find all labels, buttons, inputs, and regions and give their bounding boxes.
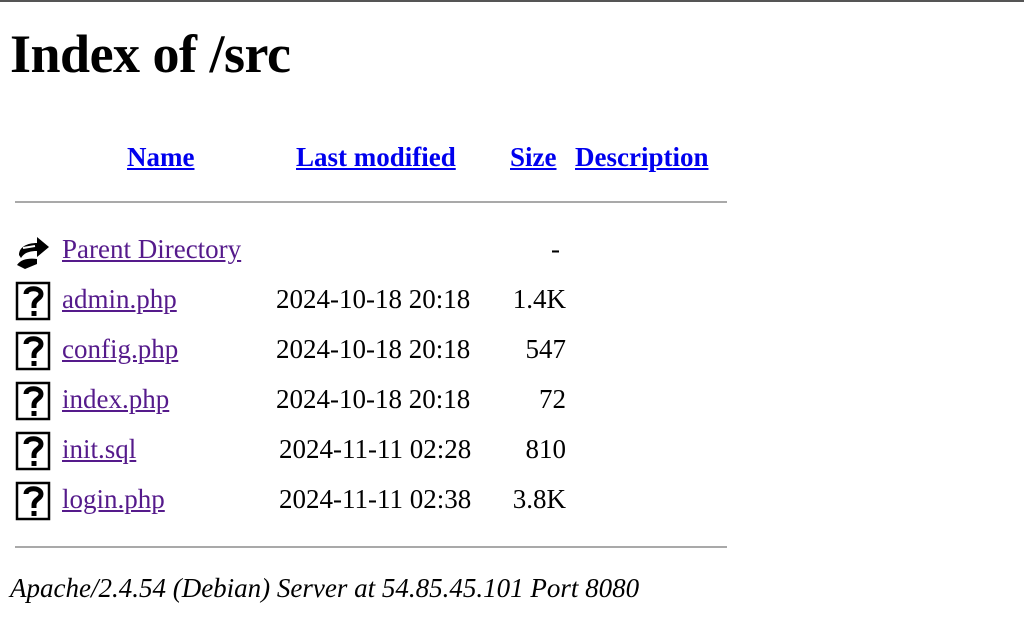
- back-arrow-icon: [17, 237, 49, 269]
- directory-listing-page: Index of /src Name Last modified Size De…: [0, 0, 1024, 625]
- table-row: login.php 2024-11-11 02:38 3.8K: [0, 477, 760, 523]
- table-row: init.sql 2024-11-11 02:28 810: [0, 427, 760, 473]
- unknown-file-icon: [15, 481, 51, 521]
- table-row: index.php 2024-10-18 20:18 72: [0, 377, 760, 423]
- file-name[interactable]: admin.php: [62, 283, 177, 315]
- file-link[interactable]: config.php: [62, 334, 178, 364]
- file-link[interactable]: index.php: [62, 384, 169, 414]
- file-size: 3.8K: [512, 484, 566, 514]
- sort-by-name-link[interactable]: Name: [127, 142, 194, 172]
- parent-directory-name[interactable]: Parent Directory: [62, 233, 241, 265]
- unknown-file-icon: [15, 281, 51, 321]
- file-link[interactable]: admin.php: [62, 284, 177, 314]
- file-name[interactable]: login.php: [62, 483, 165, 515]
- unknown-file-icon: [15, 381, 51, 421]
- sort-by-last-modified-link[interactable]: Last modified: [296, 142, 456, 172]
- page-title: Index of /src: [10, 24, 291, 84]
- unknown-file-icon: [15, 331, 51, 371]
- unknown-file-icon: [15, 431, 51, 471]
- file-date: 2024-10-18 20:18: [276, 284, 471, 314]
- file-size: 1.4K: [512, 284, 566, 314]
- file-name[interactable]: index.php: [62, 383, 169, 415]
- file-date: 2024-10-18 20:18: [276, 384, 471, 414]
- file-name[interactable]: config.php: [62, 333, 178, 365]
- file-name[interactable]: init.sql: [62, 433, 136, 465]
- parent-directory-link[interactable]: Parent Directory: [62, 234, 241, 264]
- file-date: 2024-11-11 02:38: [279, 484, 472, 514]
- file-size: 72: [539, 384, 566, 414]
- header-description[interactable]: Description: [575, 140, 708, 174]
- top-border: [0, 0, 1024, 2]
- file-date: 2024-11-11 02:28: [279, 434, 472, 464]
- table-row: config.php 2024-10-18 20:18 547: [0, 327, 760, 373]
- header-name[interactable]: Name: [127, 140, 194, 174]
- header-last-modified[interactable]: Last modified: [296, 140, 456, 174]
- parent-directory-size: -: [551, 234, 560, 264]
- server-signature: Apache/2.4.54 (Debian) Server at 54.85.4…: [10, 573, 640, 603]
- file-link[interactable]: init.sql: [62, 434, 136, 464]
- sort-by-description-link[interactable]: Description: [575, 142, 708, 172]
- file-size: 810: [525, 434, 567, 464]
- parent-directory-row: Parent Directory -: [0, 227, 760, 273]
- table-row: admin.php 2024-10-18 20:18 1.4K: [0, 277, 760, 323]
- file-date: 2024-10-18 20:18: [276, 334, 471, 364]
- file-size: 547: [525, 334, 567, 364]
- file-link[interactable]: login.php: [62, 484, 165, 514]
- header-divider: [15, 201, 727, 203]
- header-size[interactable]: Size: [510, 140, 557, 174]
- footer-divider: [15, 546, 727, 548]
- sort-by-size-link[interactable]: Size: [510, 142, 557, 172]
